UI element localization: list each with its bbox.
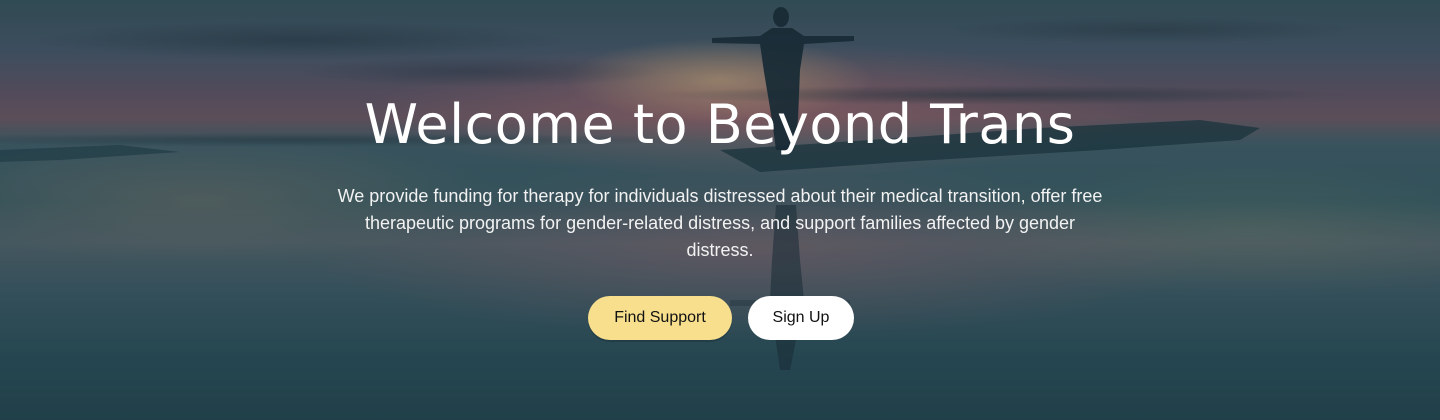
hero-subtitle: We provide funding for therapy for indiv…: [337, 186, 1103, 260]
hero-content: Welcome to Beyond Trans We provide fundi…: [0, 0, 1440, 420]
hero-section: Welcome to Beyond Trans We provide fundi…: [0, 0, 1440, 420]
hero-title: Welcome to Beyond Trans: [364, 93, 1076, 156]
sign-up-button[interactable]: Sign Up: [748, 296, 854, 340]
find-support-button[interactable]: Find Support: [588, 296, 732, 340]
